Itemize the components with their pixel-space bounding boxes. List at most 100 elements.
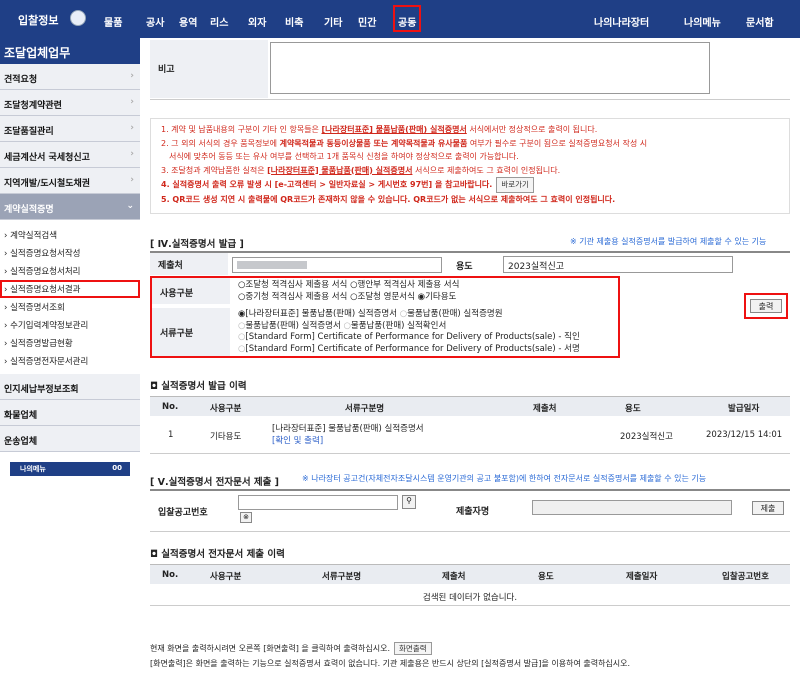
- sidebar-item-stamp-tax[interactable]: 인지세납부정보조회: [0, 374, 140, 400]
- footer-line-1: 현재 화면을 출력하시려면 오른쪽 [화면출력] 을 클릭하여 출력하십시오. 화…: [150, 642, 432, 655]
- radio-selected-icon[interactable]: ◉: [418, 292, 425, 302]
- my-menu-button[interactable]: 나의메뉴 00: [10, 462, 130, 476]
- remark-label: 비고: [150, 40, 268, 98]
- menu-stockpile[interactable]: 비축: [285, 14, 303, 29]
- doc-type-radio-group: ◉[나라장터표준] 물품납품(판매) 실적증명서 ○물품납품(판매) 실적증명원…: [238, 309, 580, 354]
- edoc-history-title: ◘ 실적증명서 전자문서 제출 이력: [150, 549, 285, 560]
- sidebar-title: 조달업체업무: [0, 38, 140, 64]
- usage-radio-group: ○조달청 적격심사 제출용 서식 ○행안부 적격심사 제출용 서식 ○중기청 적…: [238, 280, 460, 302]
- radio-icon[interactable]: ○: [350, 280, 357, 290]
- notice-line-2b: 서식에 맞추어 동등 또는 유사 여부를 선택하고 1개 품목식 신청을 하여야…: [169, 152, 519, 161]
- sidebar-item-label: 계약실적증명: [4, 205, 54, 215]
- sidebar-item-label: 조달청계약관련: [4, 101, 62, 111]
- sidebar-sub-label: 계약실적검색: [10, 231, 58, 241]
- chevron-right-icon: ›: [130, 71, 134, 81]
- issue-notice: ※ 기관 제출용 실적증명서를 발급하여 제출할 수 있는 기능: [570, 237, 767, 246]
- sidebar-item-cargo[interactable]: 화물업체: [0, 400, 140, 426]
- sidebar: 조달업체업무 견적요청 › 조달청계약관련 › 조달품질관리 › 세금계산서 국세청신…: [0, 38, 140, 688]
- clear-icon[interactable]: ⊗: [240, 512, 252, 523]
- sidebar-item-label: 지역개발/도시철도채권: [4, 179, 91, 189]
- menu-construction[interactable]: 공사: [146, 14, 164, 29]
- submit-button[interactable]: 제출: [752, 501, 784, 515]
- confirm-print-link[interactable]: [확인 및 출력]: [272, 434, 323, 446]
- top-navigation: 입찰정보 물품 공사 용역 리스 외자 비축 기타 민간 공동 나의나라장터 나…: [0, 0, 800, 38]
- sidebar-item-transport[interactable]: 운송업체: [0, 426, 140, 452]
- sidebar-item-quality[interactable]: 조달품질관리 ›: [0, 116, 140, 142]
- menu-foreign[interactable]: 외자: [248, 14, 266, 29]
- sidebar-item-contract[interactable]: 조달청계약관련 ›: [0, 90, 140, 116]
- sidebar-sub-process[interactable]: › 실적증명요청서처리: [0, 262, 140, 280]
- sidebar-item-quote[interactable]: 견적요청 ›: [0, 64, 140, 90]
- history-row: 1 기타용도 [나라장터표준] 물품납품(판매) 실적증명서 [확인 및 출력]…: [150, 418, 790, 454]
- sidebar-sub-edoc[interactable]: › 실적증명전자문서관리: [0, 352, 140, 370]
- shortcut-button[interactable]: 바로가기: [496, 177, 534, 193]
- notice-line-5: 5. QR코드 생성 지연 시 출력물에 QR코드가 존재하지 않을 수 있습니…: [161, 194, 616, 204]
- sidebar-sub-label: 실적증명요청서처리: [10, 267, 81, 277]
- notice-line-2: 2. 그 외의 서식의 경우 품목정보에 계약목적물과 동등이상물품 또는 계약…: [161, 138, 648, 148]
- purpose-label: 용도: [456, 262, 473, 272]
- edoc-section-title: [ Ⅴ.실적증명서 전자문서 제출 ]: [150, 477, 280, 488]
- sidebar-item-label: 화물업체: [4, 411, 38, 421]
- purpose-input[interactable]: 2023실적신고: [503, 256, 733, 273]
- notice-box: 1. 계약 및 납품내용의 구분이 기타 인 항목들은 [나라장터표준] 물품납…: [150, 118, 790, 214]
- sidebar-sub-write[interactable]: › 실적증명요청서작성: [0, 244, 140, 262]
- bid-info-logo[interactable]: 입찰정보: [18, 12, 58, 28]
- footer-line-2: [화면출력]은 화면을 출력하는 기능으로 실적증명서 효력이 없습니다. 기관…: [150, 659, 631, 668]
- notice-line-4: 4. 실적증명서 출력 오류 발생 시 [e-고객센터 > 일반자료실 > 게시…: [161, 177, 783, 193]
- sidebar-sub-label: 실적증명발급현황: [10, 339, 73, 349]
- radio-icon[interactable]: ○: [350, 292, 357, 302]
- history-table-header: No. 사용구분 서류구분명 제출처 용도 발급일자: [150, 396, 790, 416]
- doc-type-label: 서류구분: [152, 308, 230, 356]
- menu-goods[interactable]: 물품: [104, 14, 122, 29]
- menu-lease[interactable]: 리스: [210, 14, 228, 29]
- menu-private[interactable]: 민간: [358, 14, 376, 29]
- menu-document-box[interactable]: 문서함: [746, 14, 774, 29]
- chevron-down-icon: ⌄: [126, 201, 134, 211]
- issue-section-title: [ Ⅳ.실적증명서 발급 ]: [150, 239, 244, 250]
- screen-print-button[interactable]: 화면출력: [394, 642, 432, 655]
- submitter-label: 제출자명: [456, 507, 490, 517]
- sidebar-item-tax[interactable]: 세금계산서 국세청신고 ›: [0, 142, 140, 168]
- notice-line-3: 3. 조달청과 계약납품한 실적은 [나라장터표준] 물품납품(판매) 실적증명…: [161, 165, 561, 175]
- menu-joint-highlight: [393, 5, 421, 32]
- menu-my-narajangteo[interactable]: 나의나라장터: [594, 14, 649, 29]
- sidebar-item-label: 운송업체: [4, 437, 38, 447]
- sidebar-item-label: 견적요청: [4, 75, 38, 85]
- menu-my-menu[interactable]: 나의메뉴: [684, 14, 721, 29]
- sidebar-item-bond[interactable]: 지역개발/도시철도채권 ›: [0, 168, 140, 194]
- bid-number-input[interactable]: [238, 495, 398, 510]
- edoc-notice: ※ 나라장터 공고건(자체전자조달시스템 운영기관의 공고 불포함)에 한하여 …: [302, 474, 707, 483]
- redacted-text: [237, 260, 307, 269]
- search-icon[interactable]: ⚲: [402, 495, 416, 509]
- globe-icon: [70, 10, 86, 26]
- my-menu-label: 나의메뉴: [20, 465, 46, 473]
- submit-to-input[interactable]: [232, 257, 442, 273]
- sidebar-sub-label: 실적증명요청서작성: [10, 249, 81, 259]
- print-button[interactable]: 출력: [750, 299, 782, 313]
- sidebar-sub-inquiry[interactable]: › 실적증명서조회: [0, 298, 140, 316]
- remark-textarea[interactable]: [270, 42, 710, 94]
- sidebar-item-label: 세금계산서 국세청신고: [4, 153, 90, 163]
- empty-message: 검색된 데이터가 없습니다.: [150, 586, 790, 606]
- sidebar-item-performance[interactable]: 계약실적증명 ⌄: [0, 194, 140, 220]
- submitter-input[interactable]: [532, 500, 732, 515]
- sidebar-sub-label: 실적증명서조회: [10, 303, 65, 313]
- sidebar-sub-search[interactable]: › 계약실적검색: [0, 226, 140, 244]
- sidebar-item-label: 조달품질관리: [4, 127, 54, 137]
- edoc-history-header: No. 사용구분 서류구분명 제출처 용도 제출일자 입찰공고번호: [150, 564, 790, 584]
- sidebar-sub-status[interactable]: › 실적증명발급현황: [0, 334, 140, 352]
- notice-line-1: 1. 계약 및 납품내용의 구분이 기타 인 항목들은 [나라장터표준] 물품납…: [161, 125, 598, 134]
- chevron-right-icon: ›: [130, 149, 134, 159]
- usage-label: 사용구분: [152, 278, 230, 304]
- chevron-right-icon: ›: [130, 175, 134, 185]
- sidebar-sub-manual[interactable]: › 수기입력계약정보관리: [0, 316, 140, 334]
- menu-service[interactable]: 용역: [179, 14, 197, 29]
- menu-etc[interactable]: 기타: [324, 14, 342, 29]
- sidebar-sub-label: 실적증명요청서결과: [10, 285, 81, 295]
- sidebar-sub-label: 수기입력계약정보관리: [10, 321, 89, 331]
- radio-icon[interactable]: ○: [343, 321, 350, 331]
- bid-number-label: 입찰공고번호: [150, 491, 238, 529]
- submit-to-label: 제출처: [150, 253, 228, 275]
- my-menu-tag: 00: [112, 464, 122, 472]
- sidebar-sub-result[interactable]: › 실적증명요청서결과: [0, 280, 140, 298]
